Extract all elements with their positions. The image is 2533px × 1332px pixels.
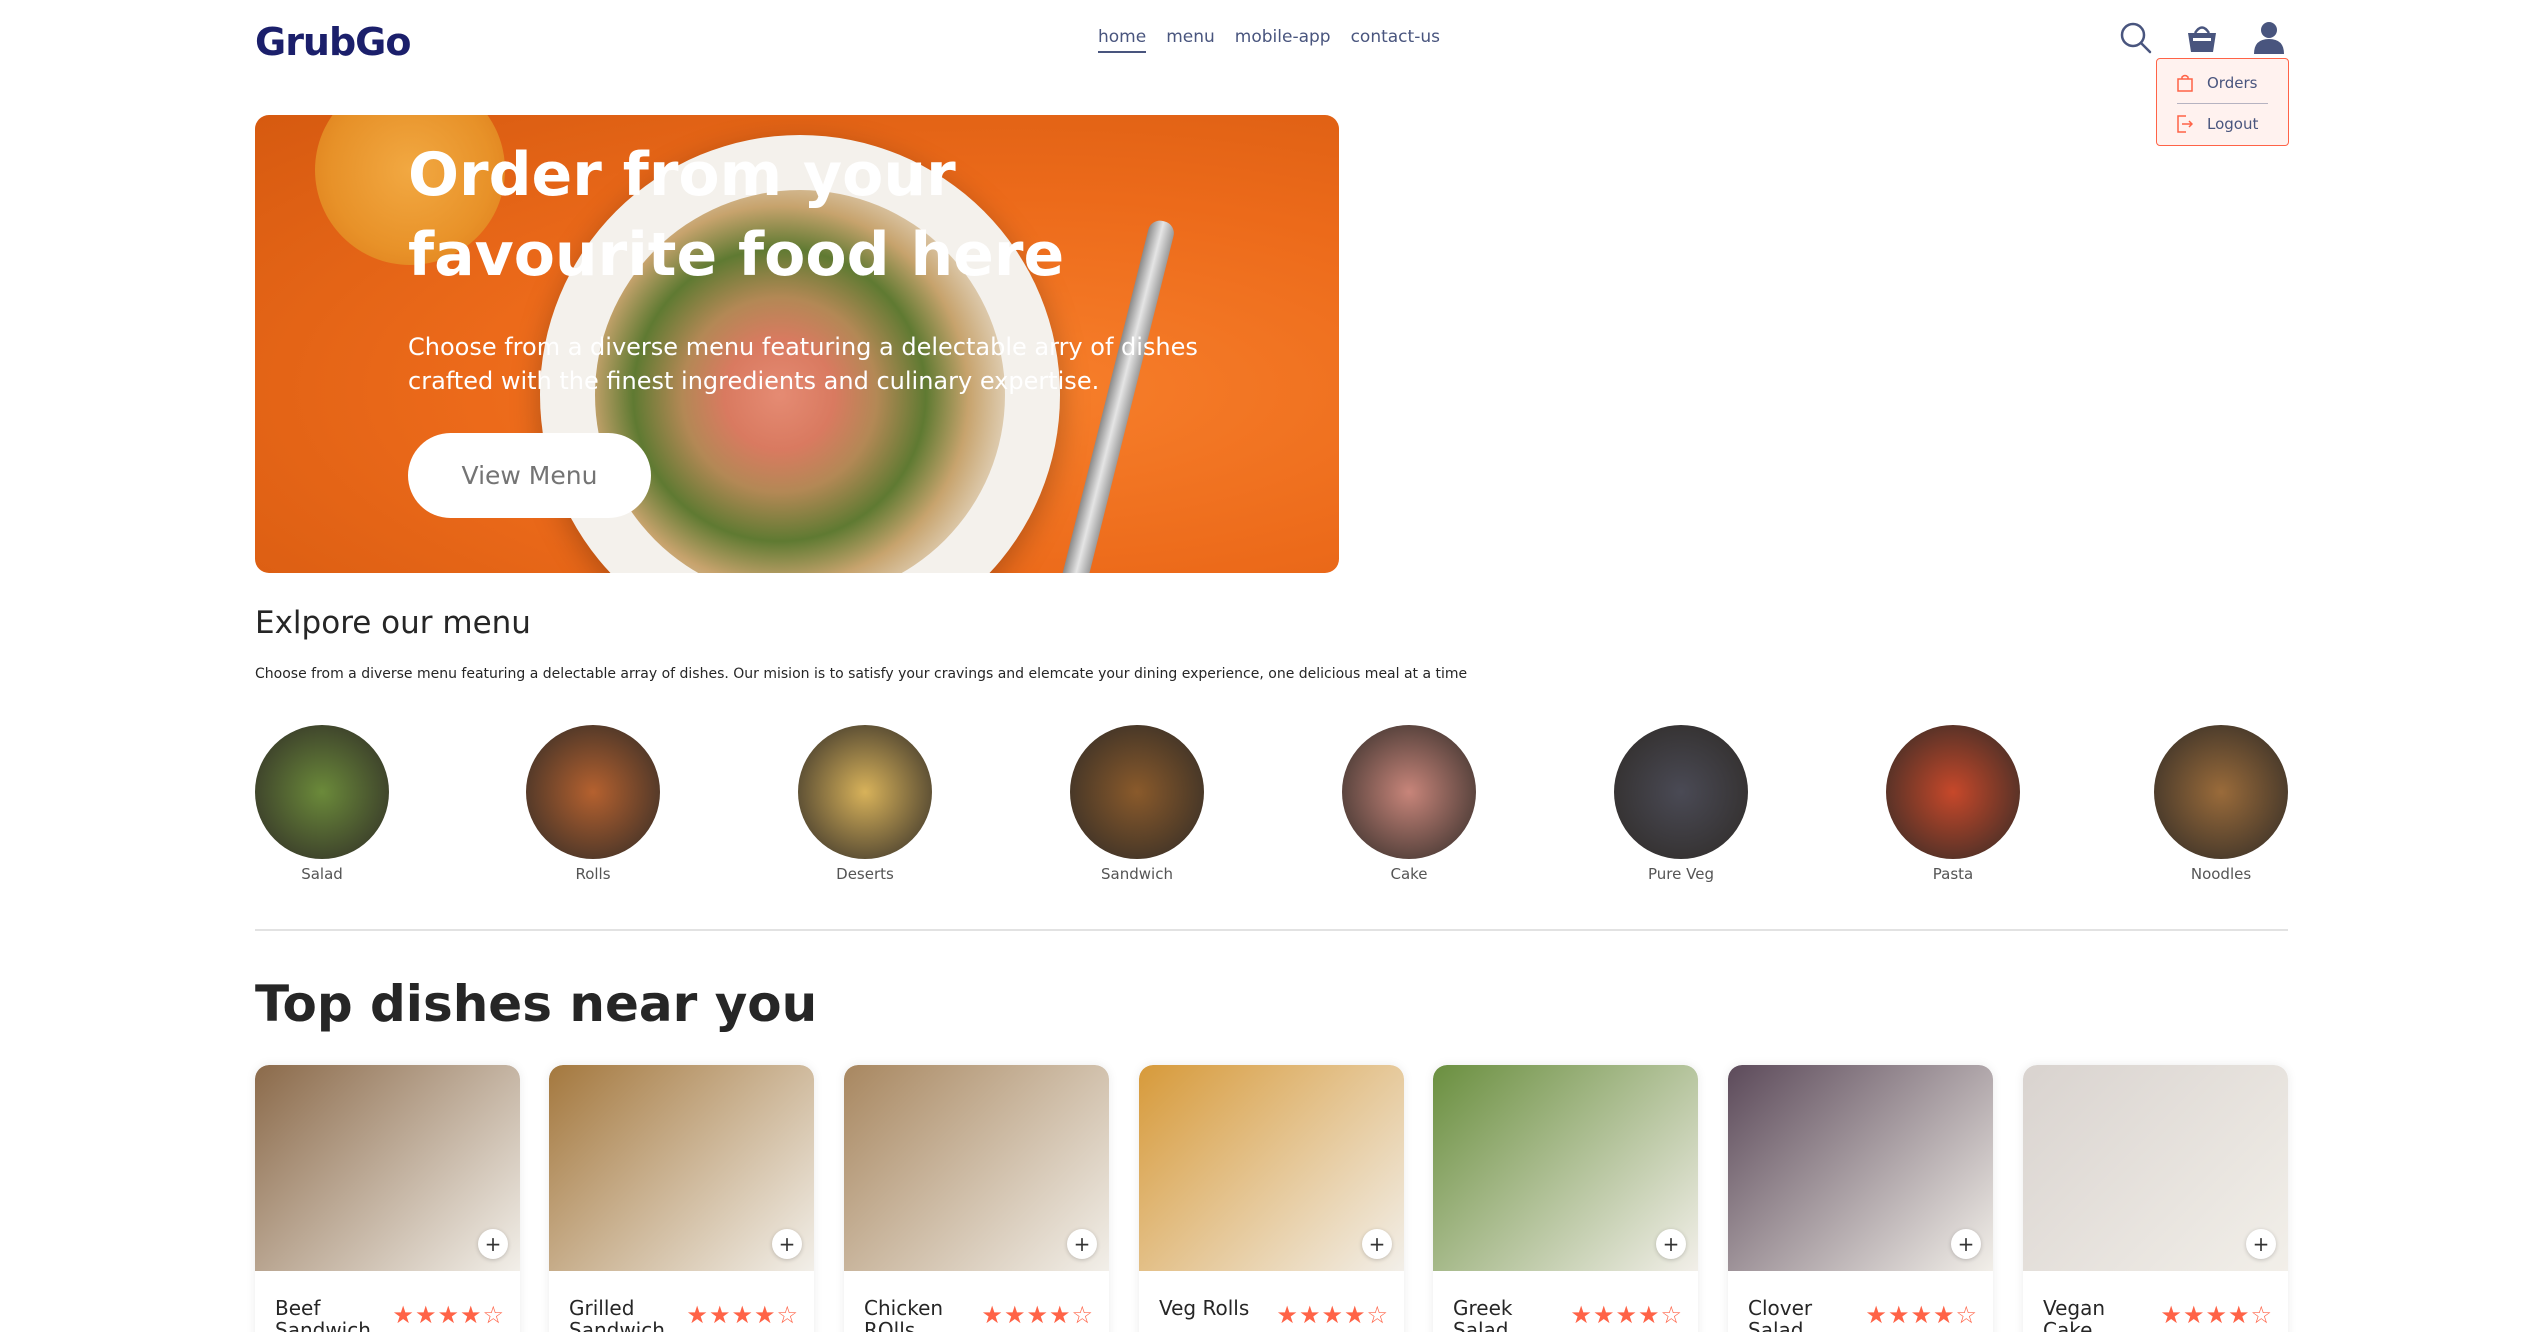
- dish-image: +: [1433, 1065, 1698, 1271]
- add-to-cart-button[interactable]: +: [1656, 1229, 1686, 1259]
- hero-banner: Order from your favourite food here Choo…: [255, 115, 1339, 573]
- menu-category-image: [1070, 725, 1204, 859]
- dropdown-orders[interactable]: Orders: [2177, 65, 2268, 101]
- hero-title: Order from your favourite food here: [408, 140, 1065, 290]
- add-to-cart-button[interactable]: +: [1362, 1229, 1392, 1259]
- dish-image: +: [844, 1065, 1109, 1271]
- dish-name: Vegan Cake: [2043, 1296, 2106, 1332]
- basket-icon[interactable]: [2184, 20, 2220, 56]
- menu-category-pasta[interactable]: Pasta: [1886, 725, 2020, 883]
- menu-category-image: [1614, 725, 1748, 859]
- menu-category-label: Sandwich: [1101, 865, 1173, 883]
- dish-name: Chicken ROlls: [864, 1296, 944, 1332]
- add-to-cart-button[interactable]: +: [478, 1229, 508, 1259]
- dish-image: +: [1139, 1065, 1404, 1271]
- menu-category-pure-veg[interactable]: Pure Veg: [1614, 725, 1748, 883]
- rating-stars-icon: ★★★★☆: [686, 1301, 799, 1329]
- menu-category-image: [255, 725, 389, 859]
- rating-stars-icon: ★★★★☆: [1276, 1301, 1389, 1329]
- page: GrubGo home menu mobile-app contact-us O…: [0, 0, 2533, 1332]
- menu-category-rolls[interactable]: Rolls: [526, 725, 660, 883]
- hero-description: Choose from a diverse menu featuring a d…: [408, 333, 1198, 395]
- add-to-cart-button[interactable]: +: [772, 1229, 802, 1259]
- menu-category-image: [1342, 725, 1476, 859]
- nav-mobile-app[interactable]: mobile-app: [1235, 27, 1331, 53]
- menu-category-list: Salad Rolls Deserts Sandwich Cake Pure V…: [255, 725, 2288, 885]
- dropdown-orders-label: Orders: [2207, 74, 2258, 92]
- add-to-cart-button[interactable]: +: [1067, 1229, 1097, 1259]
- menu-category-image: [2154, 725, 2288, 859]
- rating-stars-icon: ★★★★☆: [2160, 1301, 2273, 1329]
- dish-name: Clover Salad: [1748, 1296, 1813, 1332]
- top-dishes-list: + Beef Sandwich ★★★★☆ + Grilled Sandwich…: [255, 1065, 2288, 1332]
- menu-category-noodles[interactable]: Noodles: [2154, 725, 2288, 883]
- explore-menu-description: Choose from a diverse menu featuring a d…: [255, 666, 1468, 682]
- rating-stars-icon: ★★★★☆: [1570, 1301, 1683, 1329]
- rating-stars-icon: ★★★★☆: [981, 1301, 1094, 1329]
- dish-image: +: [255, 1065, 520, 1271]
- dropdown-logout[interactable]: Logout: [2177, 106, 2268, 142]
- menu-category-label: Pasta: [1932, 865, 1974, 883]
- dish-card[interactable]: + Greek Salad ★★★★☆: [1433, 1065, 1698, 1332]
- dish-card[interactable]: + Veg Rolls ★★★★☆: [1139, 1065, 1404, 1332]
- menu-category-label: Salad: [301, 865, 343, 883]
- menu-category-label: Noodles: [2190, 865, 2252, 883]
- dish-name: Greek Salad: [1453, 1296, 1513, 1332]
- menu-category-image: [798, 725, 932, 859]
- view-menu-button[interactable]: View Menu: [408, 433, 651, 518]
- dish-name: Grilled Sandwich: [569, 1296, 665, 1332]
- dish-image: +: [1728, 1065, 1993, 1271]
- bag-icon: [2177, 74, 2193, 92]
- dropdown-logout-label: Logout: [2207, 115, 2259, 133]
- dish-name: Veg Rolls: [1159, 1296, 1250, 1320]
- menu-category-salad[interactable]: Salad: [255, 725, 389, 883]
- dish-card[interactable]: + Chicken ROlls ★★★★☆: [844, 1065, 1109, 1332]
- search-icon[interactable]: [2118, 20, 2154, 56]
- nav-links: home menu mobile-app contact-us: [1098, 27, 1440, 53]
- menu-category-label: Rolls: [575, 865, 611, 883]
- dish-card[interactable]: + Vegan Cake ★★★★☆: [2023, 1065, 2288, 1332]
- menu-category-image: [1886, 725, 2020, 859]
- menu-category-label: Pure Veg: [1648, 865, 1714, 883]
- logo[interactable]: GrubGo: [255, 20, 411, 64]
- dish-card[interactable]: + Beef Sandwich ★★★★☆: [255, 1065, 520, 1332]
- menu-category-label: Cake: [1390, 865, 1428, 883]
- navbar: GrubGo home menu mobile-app contact-us: [255, 18, 2288, 74]
- nav-menu[interactable]: menu: [1166, 27, 1215, 53]
- dropdown-divider: [2177, 103, 2268, 104]
- rating-stars-icon: ★★★★☆: [1865, 1301, 1978, 1329]
- dish-image: +: [549, 1065, 814, 1271]
- add-to-cart-button[interactable]: +: [2246, 1229, 2276, 1259]
- profile-icon[interactable]: [2251, 20, 2287, 56]
- rating-stars-icon: ★★★★☆: [392, 1301, 505, 1329]
- menu-category-cake[interactable]: Cake: [1342, 725, 1476, 883]
- add-to-cart-button[interactable]: +: [1951, 1229, 1981, 1259]
- menu-category-image: [526, 725, 660, 859]
- nav-contact-us[interactable]: contact-us: [1351, 27, 1440, 53]
- dish-name: Beef Sandwich: [275, 1296, 371, 1332]
- dish-image: +: [2023, 1065, 2288, 1271]
- menu-category-sandwich[interactable]: Sandwich: [1070, 725, 1204, 883]
- explore-menu-title: Exlpore our menu: [255, 605, 531, 641]
- nav-right: [2118, 18, 2288, 58]
- menu-category-deserts[interactable]: Deserts: [798, 725, 932, 883]
- section-divider: [255, 929, 2288, 931]
- menu-category-label: Deserts: [836, 865, 894, 883]
- nav-home[interactable]: home: [1098, 27, 1147, 53]
- dish-card[interactable]: + Grilled Sandwich ★★★★☆: [549, 1065, 814, 1332]
- dish-card[interactable]: + Clover Salad ★★★★☆: [1728, 1065, 1993, 1332]
- logout-icon: [2177, 115, 2193, 133]
- profile-dropdown: Orders Logout: [2156, 58, 2289, 146]
- top-dishes-title: Top dishes near you: [255, 975, 818, 1033]
